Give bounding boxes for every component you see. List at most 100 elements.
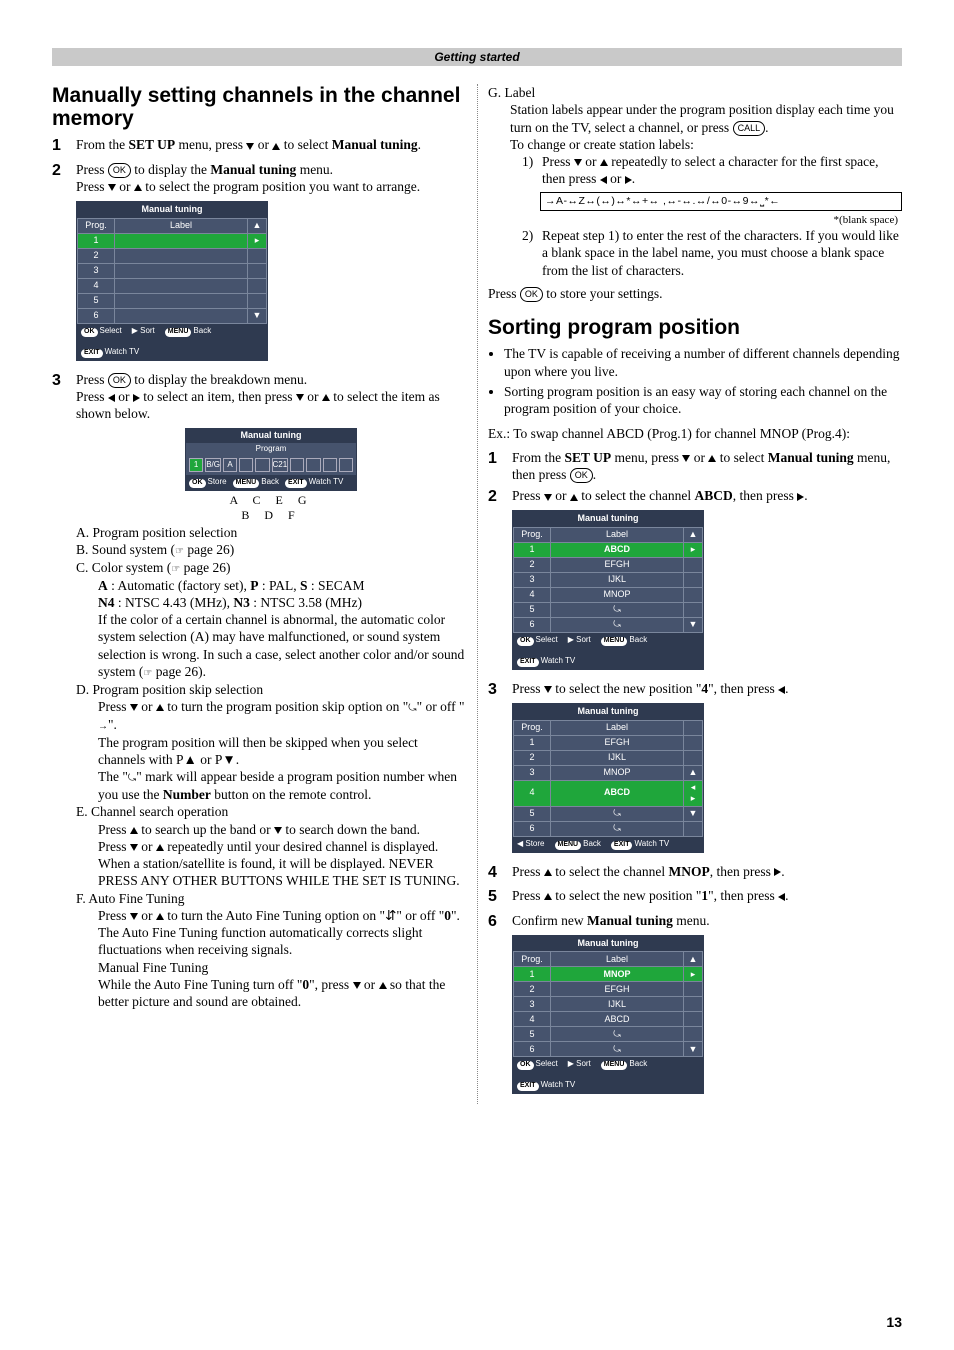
text: or (115, 389, 133, 404)
left-column: Manually setting channels in the channel… (52, 84, 466, 1104)
box: A (223, 458, 237, 472)
text: to display the breakdown menu. (131, 372, 307, 387)
charset-box: →A-↔Z↔(↔)↔*↔+↔ ,↔-↔.↔/↔0-↔9↔⎵*← (540, 192, 902, 211)
item-f: F. Auto Fine Tuning Press or to turn the… (76, 890, 466, 1011)
step-number: 3 (52, 371, 76, 1011)
item-a: A. Program position selection (76, 524, 466, 541)
cell: 3 (78, 263, 115, 278)
skip-on-icon: ⤿ (128, 773, 136, 786)
cell: 2 (78, 248, 115, 263)
down-icon (108, 184, 116, 191)
down-icon (574, 159, 582, 166)
item-b: B. Sound system (☞ page 26) (76, 541, 466, 559)
right-icon (133, 394, 140, 402)
down-icon (130, 844, 138, 851)
osd-sort-c: Manual tuning Prog.Label▲ 1MNOP▸ 2EFGH 3… (512, 935, 902, 1094)
aft-on-icon: ⇵ (385, 908, 396, 923)
sort-step-5: Press to select the new position "1", th… (512, 887, 902, 907)
ok-button-icon: OK (520, 287, 543, 302)
up-icon (379, 982, 387, 989)
up-icon (544, 869, 552, 876)
osd-sort-b: Manual tuning Prog.Label 1EFGH 2IJKL 3MN… (512, 703, 902, 853)
box: C21 (272, 458, 289, 472)
skip-off-icon: → (98, 721, 108, 734)
right-icon (774, 868, 781, 876)
box: B/G (205, 458, 221, 472)
right-icon (625, 176, 632, 184)
down-icon (130, 704, 138, 711)
cell: 4 (78, 278, 115, 293)
down-icon (274, 827, 282, 834)
step-number: 1 (52, 136, 76, 156)
text: menu, press (175, 137, 246, 152)
left-icon (600, 176, 607, 184)
text: to select an item, then press (140, 389, 296, 404)
box (255, 458, 269, 472)
text: Manual tuning (332, 137, 418, 152)
step-2: Press OK to display the Manual tuning me… (76, 161, 466, 367)
text: From the (76, 137, 129, 152)
down-icon (544, 686, 552, 693)
section-header: Getting started (52, 48, 902, 66)
col-prog: Prog. (78, 218, 115, 233)
heading-sorting: Sorting program position (488, 316, 902, 339)
text: SET UP (129, 137, 176, 152)
osd-sort-a: Manual tuning Prog.Label▲ 1ABCD▸ 2EFGH 3… (512, 510, 902, 669)
substep-2: 2) (522, 227, 542, 279)
up-icon (156, 844, 164, 851)
item-g: G. Label Station labels appear under the… (488, 84, 902, 302)
text: to display the (131, 162, 211, 177)
step-number: 1 (488, 449, 512, 484)
right-column: G. Label Station labels appear under the… (488, 84, 902, 1104)
text: menu. (296, 162, 333, 177)
text: Press (76, 179, 108, 194)
osd-subtitle: Program (186, 443, 356, 455)
pointer-icon: ☞ (143, 668, 152, 679)
left-icon (108, 394, 115, 402)
box (323, 458, 337, 472)
page-number: 13 (886, 1314, 902, 1330)
box (339, 458, 353, 472)
step-number: 6 (488, 912, 512, 1101)
skip-on-icon: ⤿ (408, 703, 416, 716)
item-c: C. Color system (☞ page 26) A : Automati… (76, 559, 466, 681)
item-e: E. Channel search operation Press to sea… (76, 803, 466, 889)
step-number: 5 (488, 887, 512, 907)
step-number: 3 (488, 680, 512, 859)
osd-manual-tuning-list: Manual tuning Prog.Label▲ 1▸ 2 3 4 5 6▼ (76, 201, 466, 360)
text: Press (76, 372, 108, 387)
left-icon (778, 893, 785, 901)
text: to select the program position you want … (142, 179, 420, 194)
right-icon (797, 493, 804, 501)
text: or (254, 137, 272, 152)
up-icon (130, 827, 138, 834)
up-icon (156, 913, 164, 920)
substep-1: 1) (522, 153, 542, 188)
text: or (116, 179, 134, 194)
brace-labels-top: A C E G (76, 493, 466, 508)
left-icon (778, 686, 785, 694)
up-icon (322, 394, 330, 401)
sort-step-1: From the SET UP menu, press or to select… (512, 449, 902, 484)
up-icon (544, 893, 552, 900)
cell: 5 (78, 293, 115, 308)
down-icon (296, 394, 304, 401)
up-icon (600, 159, 608, 166)
sort-step-4: Press to select the channel MNOP, then p… (512, 863, 902, 883)
blank-space-note: *(blank space) (510, 213, 898, 227)
list-item: Sorting program position is an easy way … (504, 383, 902, 418)
pointer-icon: ☞ (175, 546, 184, 557)
box (306, 458, 320, 472)
down-icon (544, 494, 552, 501)
step-1: From the SET UP menu, press or to select… (76, 136, 466, 156)
step-3: Press OK to display the breakdown menu. … (76, 371, 466, 1011)
text: Repeat step 1) to enter the rest of the … (542, 227, 902, 279)
p-down-icon: ▼ (222, 752, 235, 767)
text: Manual tuning (210, 162, 296, 177)
up-icon (156, 704, 164, 711)
call-button-icon: CALL (733, 121, 766, 136)
osd-program: Manual tuning Program 1 B/G A C21 (185, 428, 357, 491)
column-divider (477, 84, 478, 1104)
heading-manual-channels: Manually setting channels in the channel… (52, 84, 466, 130)
ok-button-icon: OK (108, 163, 131, 178)
